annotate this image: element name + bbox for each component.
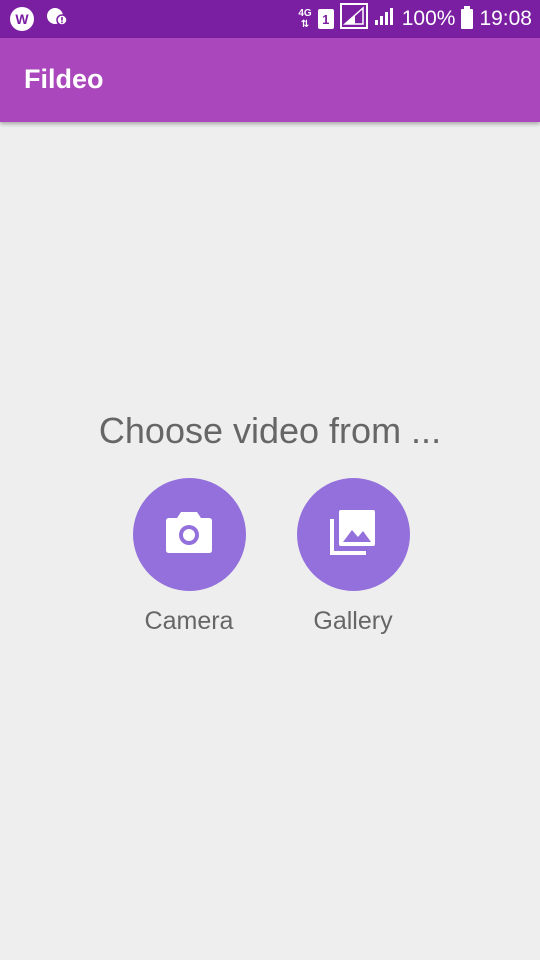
camera-option-button[interactable]: Camera [124, 478, 254, 636]
camera-label: Camera [144, 607, 234, 635]
gallery-circle-button[interactable] [296, 478, 410, 591]
camera-icon [165, 510, 213, 559]
network-type: 4G [298, 8, 312, 19]
choose-video-prompt: Choose video from ... [98, 410, 442, 451]
w-app-icon: W [10, 6, 34, 31]
camera-circle-button[interactable] [132, 478, 246, 591]
gallery-option-button[interactable]: Gallery [288, 478, 418, 636]
clock-time: 19:08 [479, 7, 532, 30]
notification-icon [46, 6, 68, 31]
gallery-label: Gallery [313, 607, 393, 635]
status-right: 4G ⇅ 1 100% 19:08 [298, 0, 532, 38]
app-bar: Fildeo [0, 38, 540, 122]
signal-icon [374, 5, 396, 33]
status-left: W [10, 6, 68, 31]
battery-icon [461, 6, 474, 29]
gallery-icon [330, 509, 376, 560]
status-bar: W 4G ⇅ 1 100% 19:08 [0, 0, 540, 38]
app-title: Fildeo [24, 64, 104, 94]
signal-icon [339, 3, 368, 35]
network-4g-icon: 4G ⇅ [298, 8, 312, 30]
battery-percent: 100% [401, 7, 456, 30]
sim-icon: 1 [317, 9, 334, 29]
